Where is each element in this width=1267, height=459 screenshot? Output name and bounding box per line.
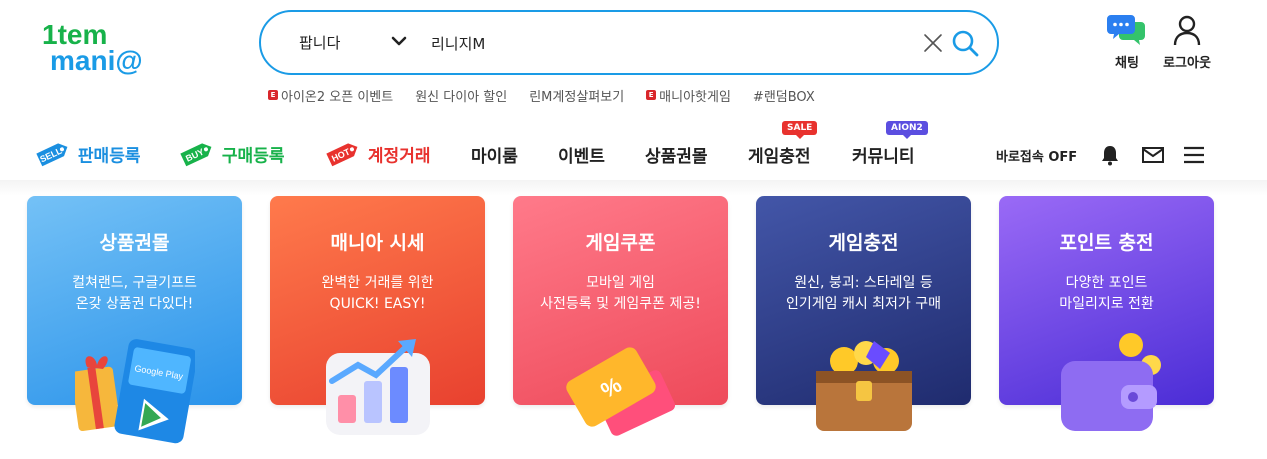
hot-link-linm-account[interactable]: 린M계정살펴보기 [529,85,624,105]
hot-link-mania-hot-game[interactable]: E 매니아핫게임 [646,85,731,105]
nav-sell-label: 판매등록 [77,146,141,167]
event-badge-icon: E [646,90,657,100]
gift-card-illustration: Google Play [74,339,195,444]
user-icon [1173,15,1201,46]
card-giftcard-mall[interactable]: 상품권몰 컬쳐랜드, 구글기프트 온갖 상품권 다있다! Google Play [27,196,242,444]
card-game-charge[interactable]: 게임충전 원신, 붕괴: 스타레일 등 인기게임 캐시 최저가 구매 [756,196,971,431]
chat-icon [1107,15,1145,45]
search-bar: 팝니다 [259,10,999,75]
card-desc-line1: 컬쳐랜드, 구글기프트 [72,275,197,291]
card-desc-line2: QUICK! EASY! [329,296,426,312]
main-nav: SELL 판매등록 BUY 구매등록 HOT 계정거래 마이룸 이벤트 상품권몰… [0,121,1267,180]
chart-board-illustration [325,339,430,435]
nav-game-charge[interactable]: 게임충전 [748,142,811,167]
card-desc-line1: 원신, 붕괴: 스타레일 등 [794,275,933,291]
nav-community-label: 커뮤니티 [852,147,915,167]
card-title: 게임쿠폰 [585,232,656,254]
card-desc: 원신, 붕괴: 스타레일 등 인기게임 캐시 최저가 구매 [756,273,971,315]
treasure-chest-illustration [815,341,912,431]
site-logo[interactable]: 1tem mani@ [40,18,200,78]
nav-sell-register[interactable]: SELL 판매등록 [32,138,140,170]
sell-tag-icon: SELL [36,143,68,167]
card-point-charge[interactable]: 포인트 충전 다양한 포인트 마일리지로 전환 [999,196,1214,431]
aion2-badge: AION2 [886,121,928,139]
search-icon[interactable] [950,28,980,58]
card-desc: 다양한 포인트 마일리지로 전환 [999,273,1214,315]
event-badge-icon: E [268,90,278,100]
nav-buy-register[interactable]: BUY 구매등록 [176,138,284,170]
hot-link-random-box[interactable]: #랜덤BOX [753,85,815,105]
nav-game-charge-label: 게임충전 [748,147,811,167]
bell-icon[interactable] [1098,143,1122,167]
card-title: 매니아 시세 [330,232,425,254]
mail-icon[interactable] [1141,143,1165,167]
hot-link-aion2-event[interactable]: E 아이온2 오픈 이벤트 [268,85,393,105]
hot-link-label: 원신 다이아 할인 [415,89,508,105]
hot-keyword-links: E 아이온2 오픈 이벤트 원신 다이아 할인 린M계정살펴보기 E 매니아핫게… [268,85,815,105]
hot-link-label: 아이온2 오픈 이벤트 [281,89,394,105]
nav-shadow [0,180,1267,196]
clear-icon[interactable] [922,32,944,54]
hot-link-label: 린M계정살펴보기 [529,89,625,105]
nav-account-trade[interactable]: HOT 계정거래 [322,138,430,170]
card-game-coupon[interactable]: 게임쿠폰 모바일 게임 사전등록 및 게임쿠폰 제공! % [513,196,728,436]
nav-giftcard-mall[interactable]: 상품권몰 [645,142,708,167]
hot-link-label: #랜덤BOX [752,89,815,105]
search-category-select[interactable]: 팝니다 [299,32,340,53]
sale-badge: SALE [782,121,818,139]
card-desc: 모바일 게임 사전등록 및 게임쿠폰 제공! [513,273,728,315]
hamburger-menu-icon[interactable] [1182,143,1206,167]
nav-account-label: 계정거래 [367,146,431,167]
card-desc-line2: 사전등록 및 게임쿠폰 제공! [540,296,701,312]
nav-event[interactable]: 이벤트 [558,142,605,167]
chevron-down-icon[interactable] [389,31,409,51]
logo-graphic: 1tem mani@ [42,19,143,76]
card-desc-line1: 모바일 게임 [586,275,655,291]
logout-label: 로그아웃 [1163,56,1211,71]
card-desc-line1: 다양한 포인트 [1065,275,1148,291]
hot-link-genshin-diamond[interactable]: 원신 다이아 할인 [415,85,507,105]
card-title: 포인트 충전 [1059,232,1154,254]
card-title: 게임충전 [828,232,899,254]
buy-tag-icon: BUY [180,143,212,167]
card-title: 상품권몰 [99,232,170,254]
nav-community[interactable]: 커뮤니티 [852,142,915,167]
hot-link-label: 매니아핫게임 [659,89,731,105]
logout-button[interactable]: 로그아웃 [1152,14,1222,71]
nav-buy-label: 구매등록 [221,146,285,167]
card-desc-line1: 완벽한 거래를 위한 [321,275,434,291]
card-desc-line2: 온갖 상품권 다있다! [75,296,194,312]
card-desc-line2: 인기게임 캐시 최저가 구매 [785,296,942,312]
quick-access-toggle[interactable]: 바로접속 OFF [996,146,1077,165]
card-desc-line2: 마일리지로 전환 [1059,296,1154,312]
search-input[interactable] [431,31,911,55]
hot-tag-icon: HOT [326,143,358,167]
card-mania-price[interactable]: 매니아 시세 완벽한 거래를 위한 QUICK! EASY! [270,196,485,435]
card-desc: 완벽한 거래를 위한 QUICK! EASY! [270,273,485,315]
coupon-ticket-illustration: % [565,347,675,436]
wallet-coins-illustration [1060,333,1161,431]
nav-myroom[interactable]: 마이룸 [471,142,518,167]
logo-bottom-text: mani@ [50,45,143,76]
card-desc: 컬쳐랜드, 구글기프트 온갖 상품권 다있다! [27,273,242,315]
